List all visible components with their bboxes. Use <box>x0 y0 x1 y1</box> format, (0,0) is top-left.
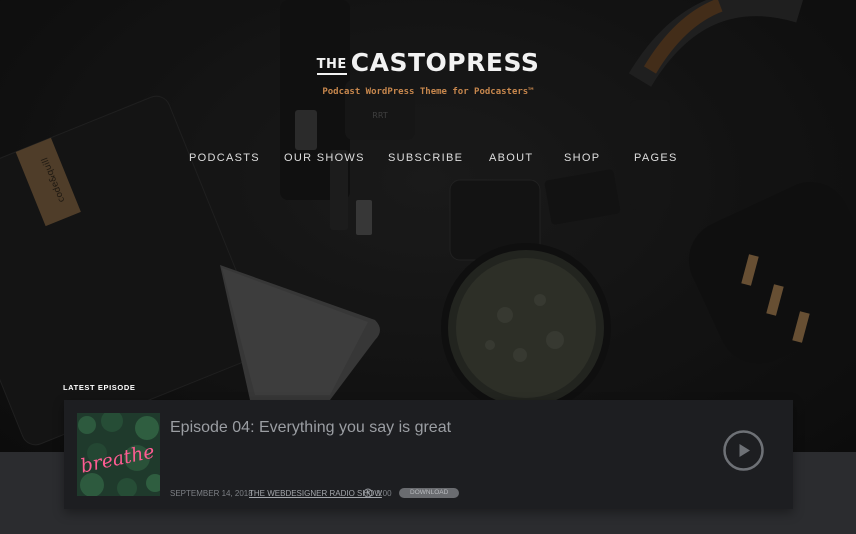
hero-banner: code&quill RRT THE CASTOPRESS Podcast Wo… <box>0 0 856 452</box>
main-nav: PODCASTS OUR SHOWS SUBSCRIBE ABOUT SHOP … <box>0 152 856 166</box>
episode-date: SEPTEMBER 14, 2018 <box>170 489 253 498</box>
nav-item-shop[interactable]: SHOP <box>564 152 600 164</box>
site-logo[interactable]: THE CASTOPRESS <box>0 48 856 77</box>
latest-episode-card: breathe Episode 04: Everything you say i… <box>64 400 793 509</box>
episode-title[interactable]: Episode 04: Everything you say is great <box>170 419 451 437</box>
episode-show-link[interactable]: THE WEBDESIGNER RADIO SHOW <box>249 489 382 498</box>
nav-item-about[interactable]: ABOUT <box>489 152 533 164</box>
logo-name: CASTOPRESS <box>350 48 540 77</box>
download-button[interactable]: DOWNLOAD <box>399 488 460 498</box>
latest-episode-heading: LATEST EPISODE <box>63 383 136 392</box>
site-tagline: Podcast WordPress Theme for Podcasters™ <box>322 87 534 97</box>
logo-the: THE <box>316 57 347 75</box>
nav-item-pages[interactable]: PAGES <box>634 152 678 164</box>
nav-item-podcasts[interactable]: PODCASTS <box>189 152 260 164</box>
play-icon[interactable] <box>723 430 764 471</box>
nav-item-our-shows[interactable]: OUR SHOWS <box>284 152 365 164</box>
episode-duration: 3:00 <box>376 489 392 498</box>
nav-item-subscribe[interactable]: SUBSCRIBE <box>388 152 463 164</box>
clock-icon <box>363 488 373 498</box>
episode-thumbnail[interactable]: breathe <box>77 413 160 496</box>
